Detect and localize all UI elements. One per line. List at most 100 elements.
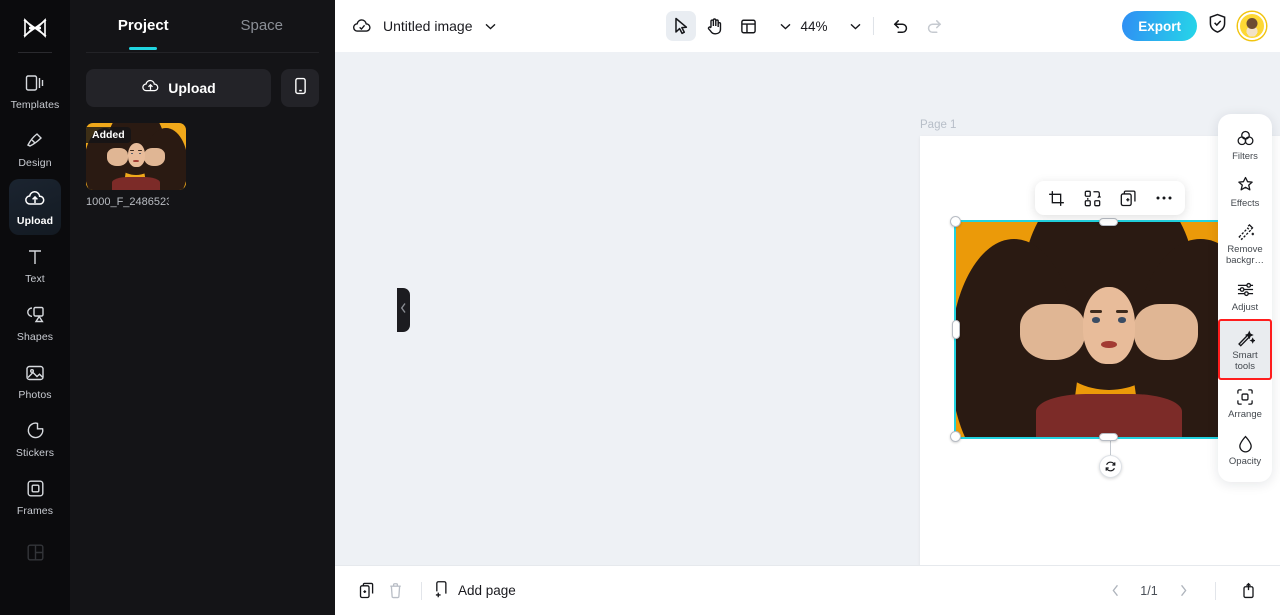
chevron-left-icon[interactable] <box>1101 577 1129 605</box>
frames-icon <box>26 478 45 500</box>
canvas-area[interactable]: Page 1 Filters Effects Remove backgr… Ad… <box>335 52 1280 565</box>
sidebar-item-frames[interactable]: Frames <box>9 469 61 525</box>
chevron-right-icon[interactable] <box>1169 577 1197 605</box>
crop-icon[interactable] <box>1043 185 1069 211</box>
upload-button[interactable]: Upload <box>86 69 271 107</box>
sidebar-item-label: Upload <box>16 214 54 227</box>
upload-cloud-icon <box>24 188 46 210</box>
cloud-saved-icon[interactable] <box>349 13 375 39</box>
resize-handle-bottom-left[interactable] <box>950 431 961 442</box>
page-nav-group: 1/1 <box>1101 577 1262 605</box>
rail-divider <box>18 52 52 53</box>
chevron-down-icon[interactable] <box>485 23 496 30</box>
tab-project[interactable]: Project <box>84 0 203 52</box>
sidebar-item-label: Text <box>25 272 45 285</box>
tool-smart-tools[interactable]: Smart tools <box>1218 319 1272 381</box>
filters-icon <box>1236 129 1255 148</box>
page-label: Page 1 <box>920 119 957 131</box>
left-icon-rail: Templates Design Upload Text Shapes Phot… <box>0 0 70 615</box>
effects-icon <box>1236 176 1255 195</box>
topbar-right-group: Export <box>1122 11 1266 41</box>
bottom-toolbar: Add page 1/1 <box>335 565 1280 615</box>
smart-tools-icon <box>1236 328 1255 347</box>
undo-icon[interactable] <box>886 11 916 41</box>
tool-remove-background[interactable]: Remove backgr… <box>1218 215 1272 272</box>
stickers-icon <box>26 420 45 442</box>
tool-effects[interactable]: Effects <box>1218 169 1272 216</box>
layouts-icon <box>26 542 45 564</box>
more-options-icon[interactable] <box>1151 185 1177 211</box>
sidebar-item-templates[interactable]: Templates <box>9 63 61 119</box>
upload-row: Upload <box>70 53 335 123</box>
sidebar-item-label: Frames <box>16 504 54 517</box>
resize-handle-top[interactable] <box>1099 218 1118 226</box>
export-button[interactable]: Export <box>1122 11 1197 41</box>
user-avatar[interactable] <box>1238 12 1266 40</box>
sidebar-item-stickers[interactable]: Stickers <box>9 411 61 467</box>
tool-adjust[interactable]: Adjust <box>1218 273 1272 320</box>
bottom-divider <box>1215 581 1216 600</box>
chevron-down-icon[interactable] <box>779 23 790 30</box>
tool-label: Remove backgr… <box>1225 244 1264 266</box>
asset-item[interactable]: Added 1000_F_248652378… <box>70 123 186 208</box>
replace-swap-icon[interactable] <box>1079 185 1105 211</box>
mobile-upload-button[interactable] <box>281 69 319 107</box>
tool-opacity[interactable]: Opacity <box>1218 427 1272 474</box>
redo-icon <box>920 11 950 41</box>
zoom-level[interactable]: 44% <box>794 19 833 34</box>
tool-filters[interactable]: Filters <box>1218 122 1272 169</box>
sidebar-item-shapes[interactable]: Shapes <box>9 295 61 351</box>
duplicate-icon[interactable] <box>1115 185 1141 211</box>
selected-image-object[interactable] <box>954 220 1264 439</box>
sidebar-item-layouts[interactable] <box>9 527 61 583</box>
page-indicator: 1/1 <box>1140 583 1158 598</box>
top-toolbar: Untitled image 44% Export <box>335 0 1280 52</box>
shield-check-icon[interactable] <box>1208 13 1227 39</box>
right-tool-rail: Filters Effects Remove backgr… Adjust Sm… <box>1218 114 1272 482</box>
sidebar-item-label: Design <box>18 156 52 169</box>
text-icon <box>26 246 44 268</box>
tool-label: Smart tools <box>1232 350 1258 372</box>
design-icon <box>25 130 45 152</box>
delete-page-icon[interactable] <box>381 577 409 605</box>
tool-label: Adjust <box>1231 301 1259 313</box>
arrange-icon <box>1236 387 1254 406</box>
cursor-select-icon[interactable] <box>665 11 696 41</box>
sidebar-item-photos[interactable]: Photos <box>9 353 61 409</box>
rotate-handle-icon[interactable] <box>1099 455 1122 478</box>
tool-arrange[interactable]: Arrange <box>1218 380 1272 427</box>
sidebar-item-text[interactable]: Text <box>9 237 61 293</box>
sidebar-item-label: Photos <box>18 388 52 401</box>
bottom-divider <box>421 581 422 600</box>
document-title[interactable]: Untitled image <box>383 18 473 34</box>
chevron-left-icon <box>400 301 407 319</box>
panel-collapse-handle[interactable] <box>397 288 410 332</box>
page-layout-icon[interactable] <box>733 11 763 41</box>
sidebar-item-upload[interactable]: Upload <box>9 179 61 235</box>
hand-pan-icon[interactable] <box>699 11 729 41</box>
sidebar-item-label: Templates <box>10 98 60 111</box>
resize-handle-left[interactable] <box>952 320 960 339</box>
sidebar-item-design[interactable]: Design <box>9 121 61 177</box>
shapes-icon <box>25 304 46 326</box>
photos-icon <box>25 362 45 384</box>
asset-thumbnail[interactable]: Added <box>86 123 186 190</box>
upload-cloud-icon <box>141 79 160 97</box>
project-panel-tabs: Project Space <box>70 0 335 52</box>
asset-filename: 1000_F_248652378… <box>86 196 169 208</box>
adjust-icon <box>1236 280 1255 299</box>
add-page-button[interactable]: Add page <box>434 580 516 601</box>
main-area: Untitled image 44% Export Page 1 Filters… <box>335 0 1280 615</box>
capcut-logo-icon[interactable] <box>15 8 55 48</box>
tab-space[interactable]: Space <box>203 0 322 52</box>
add-page-icon <box>434 580 450 601</box>
sidebar-item-label: Stickers <box>15 446 55 459</box>
export-upload-icon[interactable] <box>1234 577 1262 605</box>
chevron-down-icon[interactable] <box>850 23 861 30</box>
resize-handle-bottom[interactable] <box>1099 433 1118 441</box>
duplicate-page-icon[interactable] <box>353 577 381 605</box>
opacity-icon <box>1237 434 1254 453</box>
resize-handle-top-left[interactable] <box>950 216 961 227</box>
toolbar-divider <box>872 17 874 35</box>
upload-button-label: Upload <box>168 80 216 96</box>
